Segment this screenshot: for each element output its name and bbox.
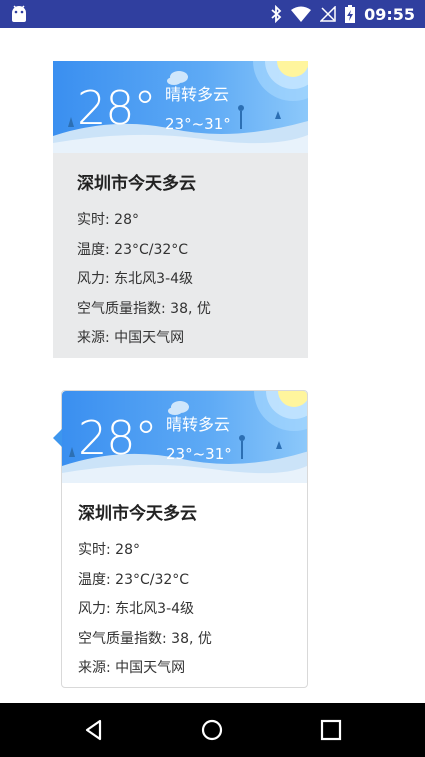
battery-charging-icon — [345, 5, 356, 23]
detail-wind: 风力: 东北风3-4级 — [77, 271, 194, 287]
back-button[interactable] — [82, 718, 106, 742]
detail-source: 来源: 中国天气网 — [78, 660, 186, 676]
detail-temperature: 温度: 23°C/32°C — [77, 241, 189, 258]
detail-aqi: 空气质量指数: 38, 优 — [78, 630, 212, 647]
weather-card[interactable]: 28° 晴转多云 23°~31° 深圳市今天多云 实时: 28° 温度: 23°… — [53, 61, 308, 358]
wifi-icon — [291, 6, 312, 22]
weather-condition: 晴转多云 — [166, 415, 231, 434]
detail-wind: 风力: 东北风3-4级 — [78, 601, 195, 617]
weather-details: 深圳市今天多云 实时: 28° 温度: 23°C/32°C 风力: 东北风3-4… — [78, 499, 297, 688]
city-title: 深圳市今天多云 — [78, 504, 197, 524]
home-button[interactable] — [200, 718, 224, 742]
weather-message-bubble[interactable]: 28° 晴转多云 23°~31° 深圳市今天多云 实时: 28° 温度: 23°… — [53, 390, 308, 688]
detail-temperature: 温度: 23°C/32°C — [78, 571, 190, 588]
bluetooth-icon — [271, 5, 282, 23]
detail-source: 来源: 中国天气网 — [77, 330, 185, 346]
status-bar: 09:55 — [0, 0, 425, 28]
temperature-range: 23°~31° — [166, 445, 232, 463]
detail-realtime: 实时: 28° — [77, 212, 139, 228]
navigation-bar — [0, 703, 425, 757]
signal-off-icon — [320, 6, 336, 22]
city-title: 深圳市今天多云 — [77, 174, 196, 194]
weather-banner: 28° 晴转多云 23°~31° — [53, 61, 308, 153]
bubble-arrow — [53, 429, 62, 447]
weather-banner: 28° 晴转多云 23°~31° — [62, 391, 307, 483]
detail-aqi: 空气质量指数: 38, 优 — [77, 300, 211, 317]
temperature-range: 23°~31° — [165, 115, 231, 133]
clock: 09:55 — [364, 4, 415, 24]
current-temperature: 28° — [78, 411, 158, 465]
android-icon — [12, 5, 26, 22]
current-temperature: 28° — [77, 81, 157, 135]
recents-button[interactable] — [319, 718, 343, 742]
detail-realtime: 实时: 28° — [78, 542, 140, 558]
weather-details: 深圳市今天多云 实时: 28° 温度: 23°C/32°C 风力: 东北风3-4… — [77, 169, 298, 358]
weather-condition: 晴转多云 — [165, 85, 230, 104]
